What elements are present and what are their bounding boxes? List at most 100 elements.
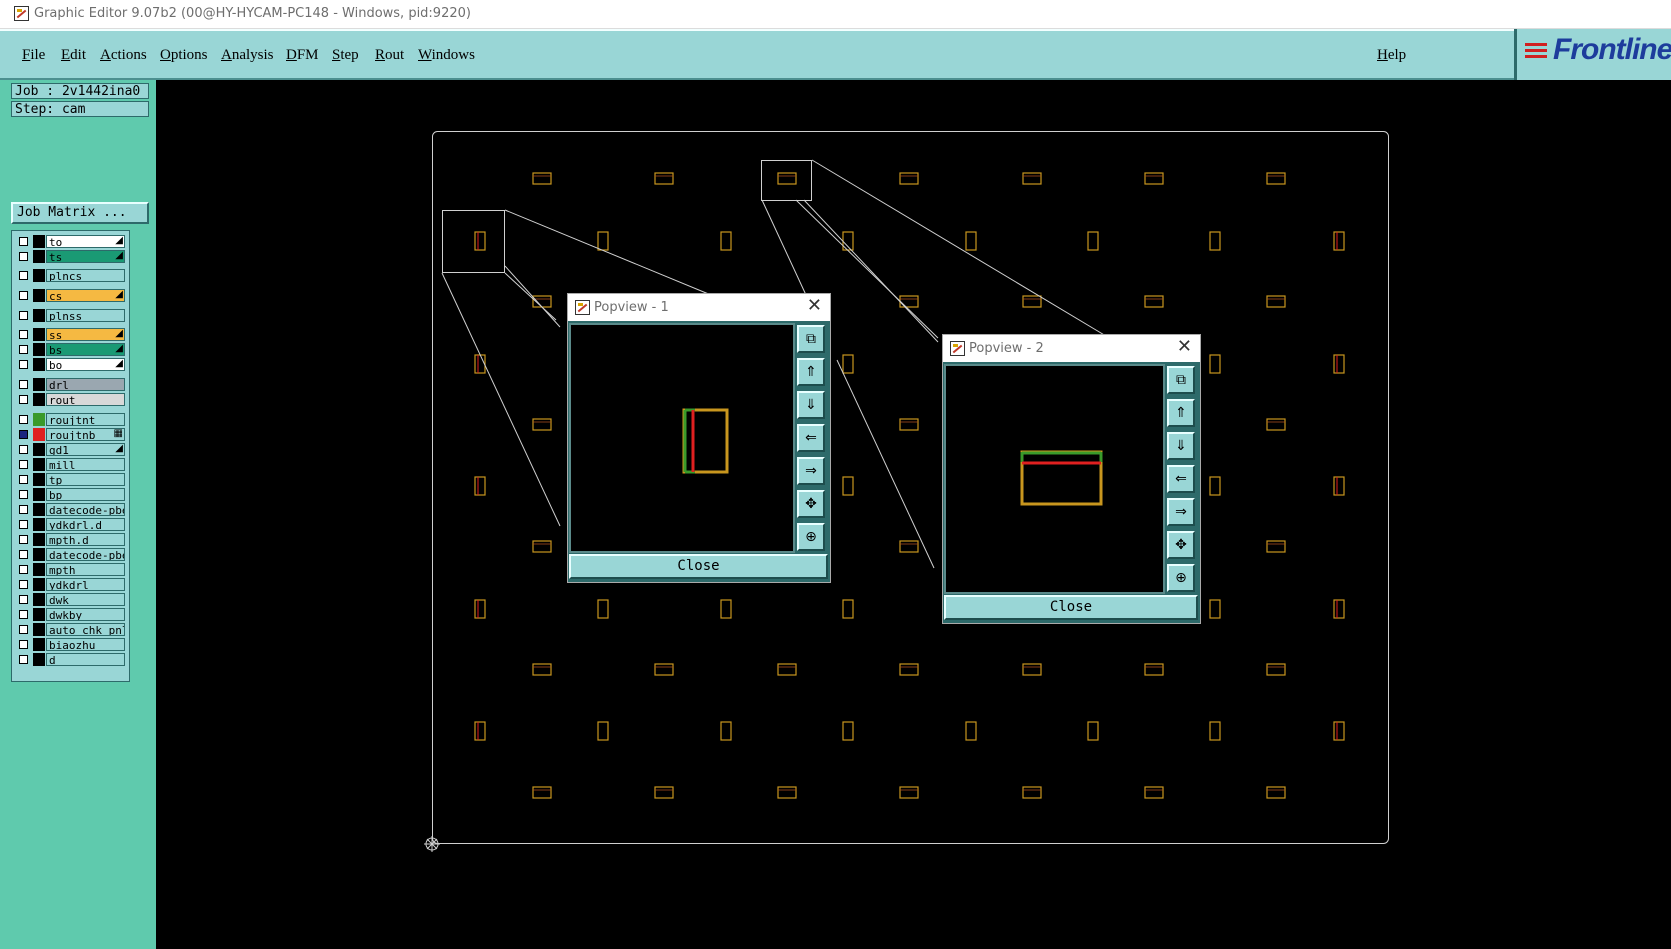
menu-rout[interactable]: Rout: [375, 47, 404, 64]
layer-row[interactable]: datecode-pbe: [12, 503, 129, 516]
layer-checkbox[interactable]: [19, 535, 28, 544]
layer-row[interactable]: ydkdrl.d: [12, 518, 129, 531]
layer-row[interactable]: plnss: [12, 309, 129, 322]
layer-row[interactable]: rout: [12, 393, 129, 406]
layer-name[interactable]: dwk: [46, 593, 125, 606]
layer-row[interactable]: ydkdrl: [12, 578, 129, 591]
menu-windows[interactable]: Windows: [418, 47, 475, 64]
layer-checkbox[interactable]: [19, 380, 28, 389]
layer-name[interactable]: datecode-pbe: [46, 503, 125, 516]
layer-name[interactable]: bs: [46, 343, 125, 356]
menu-analysis[interactable]: Analysis: [221, 47, 274, 64]
layer-name[interactable]: ydkdrl: [46, 578, 125, 591]
menu-edit[interactable]: Edit: [61, 47, 86, 64]
menu-step[interactable]: Step: [332, 47, 359, 64]
layer-row[interactable]: datecode-pbe: [12, 548, 129, 561]
layer-name[interactable]: ydkdrl.d: [46, 518, 125, 531]
layer-row[interactable]: dwkby: [12, 608, 129, 621]
layer-checkbox[interactable]: [19, 415, 28, 424]
pan-left-icon[interactable]: ⇐: [1167, 465, 1195, 493]
layer-name[interactable]: to: [46, 235, 125, 248]
layer-name[interactable]: plncs: [46, 269, 125, 282]
layer-checkbox[interactable]: [19, 430, 28, 439]
job-matrix-button[interactable]: Job Matrix ...: [11, 202, 149, 224]
zoom-fit-icon[interactable]: ⧉: [1167, 366, 1195, 394]
layer-checkbox[interactable]: [19, 445, 28, 454]
layer-row[interactable]: drl: [12, 378, 129, 391]
pan-down-icon[interactable]: ⇓: [797, 391, 825, 419]
zoom-out-icon[interactable]: ⊕: [1167, 564, 1195, 592]
layer-name[interactable]: biaozhu: [46, 638, 125, 651]
layer-row[interactable]: gd1 ◢: [12, 443, 129, 456]
layer-checkbox[interactable]: [19, 345, 28, 354]
layer-name[interactable]: dwkby: [46, 608, 125, 621]
popview-1-close-button[interactable]: Close: [569, 554, 828, 579]
layer-checkbox[interactable]: [19, 291, 28, 300]
layer-name[interactable]: ts: [46, 250, 125, 263]
pan-right-icon[interactable]: ⇒: [797, 457, 825, 485]
graphic-canvas[interactable]: Popview - 1 ✕ ⧉ ⇑ ⇓ ⇐ ⇒ ✥ ⊕ Close Popview - 2 …: [156, 80, 1671, 949]
layer-row[interactable]: roujtnt: [12, 413, 129, 426]
layer-checkbox[interactable]: [19, 360, 28, 369]
layer-row[interactable]: mpth.d: [12, 533, 129, 546]
layer-checkbox[interactable]: [19, 640, 28, 649]
pan-left-icon[interactable]: ⇐: [797, 424, 825, 452]
layer-checkbox[interactable]: [19, 595, 28, 604]
layer-checkbox[interactable]: [19, 460, 28, 469]
zoom-out-icon[interactable]: ⊕: [797, 523, 825, 551]
layer-checkbox[interactable]: [19, 395, 28, 404]
layer-name[interactable]: mpth: [46, 563, 125, 576]
layer-row[interactable]: ts ◢: [12, 250, 129, 263]
layer-checkbox[interactable]: [19, 330, 28, 339]
layer-checkbox[interactable]: [19, 237, 28, 246]
layer-name[interactable]: bp: [46, 488, 125, 501]
popview-1-titlebar[interactable]: Popview - 1 ✕: [568, 294, 830, 321]
layer-name[interactable]: drl: [46, 378, 125, 391]
layer-name[interactable]: ss: [46, 328, 125, 341]
popview-2-view[interactable]: [944, 364, 1165, 594]
layer-name[interactable]: plnss: [46, 309, 125, 322]
layer-name[interactable]: roujtnt: [46, 413, 125, 426]
menu-dfm[interactable]: DFM: [286, 47, 319, 64]
layer-row[interactable]: d: [12, 653, 129, 666]
layer-row[interactable]: ss ◢: [12, 328, 129, 341]
popview-1-window[interactable]: Popview - 1 ✕ ⧉ ⇑ ⇓ ⇐ ⇒ ✥ ⊕ Close: [567, 293, 831, 583]
pan-up-icon[interactable]: ⇑: [1167, 399, 1195, 427]
layer-name[interactable]: mill: [46, 458, 125, 471]
layer-name[interactable]: datecode-pbe: [46, 548, 125, 561]
pan-right-icon[interactable]: ⇒: [1167, 498, 1195, 526]
layer-row[interactable]: to ◢: [12, 235, 129, 248]
popview-2-titlebar[interactable]: Popview - 2 ✕: [943, 335, 1200, 362]
layer-checkbox[interactable]: [19, 475, 28, 484]
layer-row[interactable]: plncs: [12, 269, 129, 282]
close-icon[interactable]: ✕: [807, 295, 822, 316]
layer-row[interactable]: tp: [12, 473, 129, 486]
layer-checkbox[interactable]: [19, 625, 28, 634]
close-icon[interactable]: ✕: [1177, 336, 1192, 357]
layer-name[interactable]: d: [46, 653, 125, 666]
layer-row[interactable]: bp: [12, 488, 129, 501]
layer-row[interactable]: dwk: [12, 593, 129, 606]
layer-checkbox[interactable]: [19, 271, 28, 280]
popview-2-close-button[interactable]: Close: [944, 595, 1198, 620]
layer-checkbox[interactable]: [19, 655, 28, 664]
layer-checkbox[interactable]: [19, 580, 28, 589]
layer-row[interactable]: auto_chk_pnl: [12, 623, 129, 636]
popview-2-window[interactable]: Popview - 2 ✕ ⧉ ⇑ ⇓ ⇐ ⇒ ✥ ⊕ Close: [942, 334, 1201, 624]
layer-row[interactable]: mpth: [12, 563, 129, 576]
layer-checkbox[interactable]: [19, 550, 28, 559]
menu-help[interactable]: Help: [1377, 47, 1406, 64]
layer-name[interactable]: mpth.d: [46, 533, 125, 546]
layer-name[interactable]: bo: [46, 358, 125, 371]
layer-row[interactable]: cs ◢: [12, 289, 129, 302]
menu-actions[interactable]: Actions: [100, 47, 147, 64]
layer-checkbox[interactable]: [19, 610, 28, 619]
zoom-fit-icon[interactable]: ⧉: [797, 325, 825, 353]
layer-checkbox[interactable]: [19, 490, 28, 499]
pan-up-icon[interactable]: ⇑: [797, 358, 825, 386]
zoom-in-icon[interactable]: ✥: [797, 490, 825, 518]
layer-row[interactable]: bo ◢: [12, 358, 129, 371]
layer-name[interactable]: cs: [46, 289, 125, 302]
zoom-in-icon[interactable]: ✥: [1167, 531, 1195, 559]
layer-name[interactable]: tp: [46, 473, 125, 486]
